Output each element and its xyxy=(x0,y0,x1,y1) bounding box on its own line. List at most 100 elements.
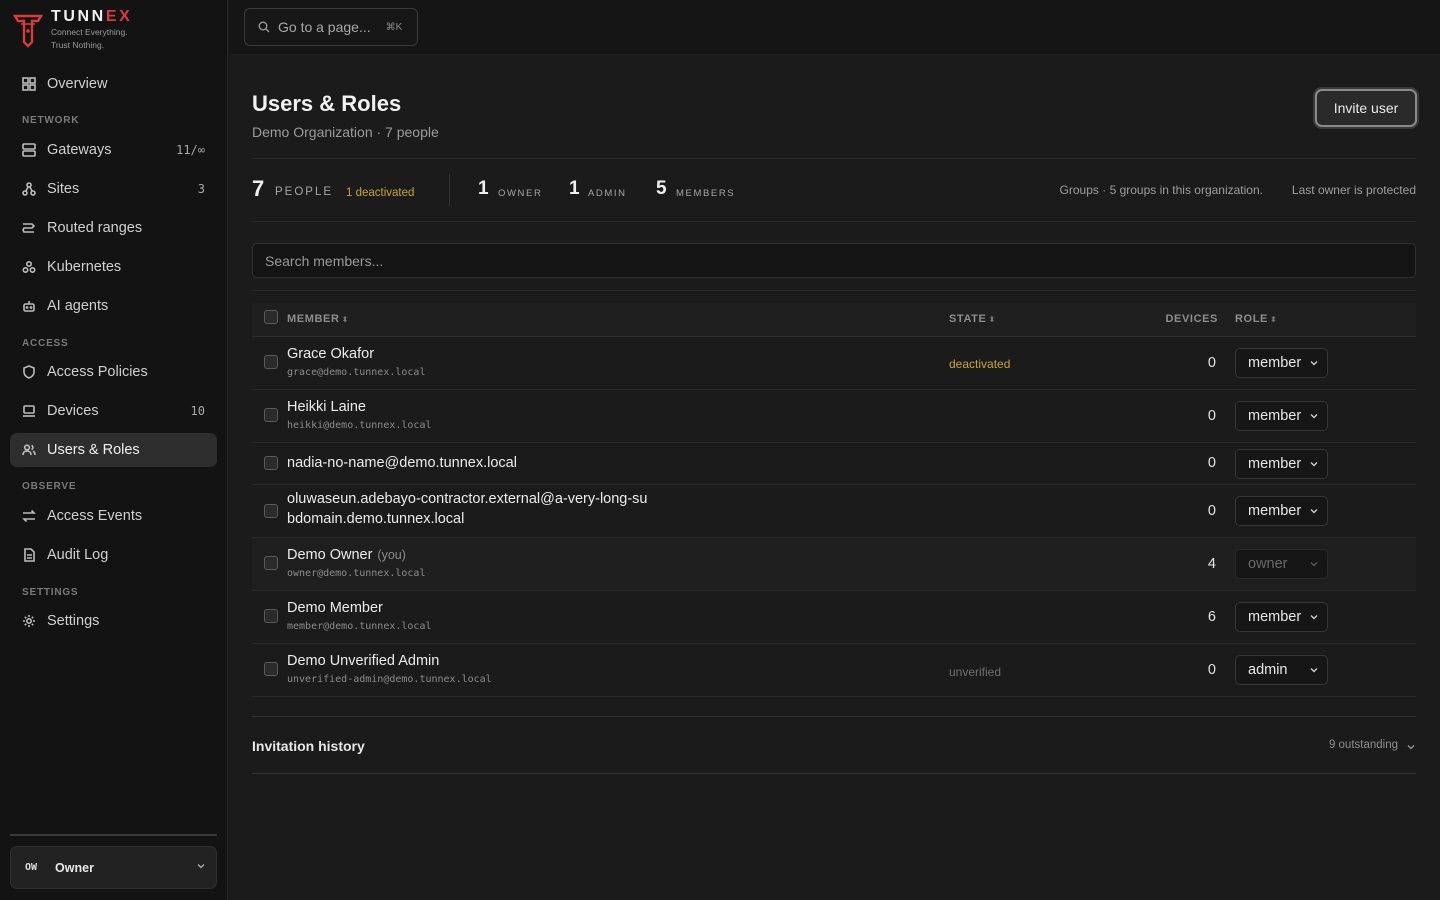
groups-summary[interactable]: Groups · 5 groups in this organization. xyxy=(1060,183,1263,197)
table-row[interactable]: Demo Member member@demo.tunnex.local 6 m… xyxy=(252,591,1416,644)
people-label: PEOPLE xyxy=(275,186,334,198)
chevron-down-icon xyxy=(1407,745,1415,750)
section-settings: SETTINGS xyxy=(22,587,79,598)
row-checkbox[interactable] xyxy=(264,556,278,570)
account-switcher[interactable]: OW Owner xyxy=(10,846,217,889)
sidebar-item-gateways[interactable]: Gateways 11/∞ xyxy=(10,133,217,167)
route-icon xyxy=(22,221,36,235)
row-checkbox[interactable] xyxy=(264,609,278,623)
sidebar-item-users-roles[interactable]: Users & Roles xyxy=(10,433,217,467)
chevron-down-icon xyxy=(1310,414,1318,419)
member-name: Demo Owner (you) xyxy=(287,547,406,563)
table-row[interactable]: oluwaseun.adebayo-contractor.external@a-… xyxy=(252,485,1416,538)
role-select[interactable]: member xyxy=(1235,401,1328,431)
member-email: owner@demo.tunnex.local xyxy=(287,568,426,579)
invitation-history-toggle[interactable]: Invitation history 9 outstanding xyxy=(252,716,1416,774)
member-search-input[interactable]: Search members... xyxy=(252,243,1416,278)
admin-count: 1 xyxy=(569,178,580,199)
divider xyxy=(252,158,1416,159)
sidebar-item-label: Audit Log xyxy=(47,547,109,563)
divider xyxy=(252,221,1416,222)
goto-page-search[interactable]: Go to a page... ⌘K xyxy=(244,8,418,46)
column-state[interactable]: STATE ⬍ xyxy=(949,313,996,325)
chevron-down-icon xyxy=(1310,615,1318,620)
member-name: Demo Member xyxy=(287,600,383,616)
sidebar-item-label: Sites xyxy=(47,181,80,197)
column-devices: DEVICES xyxy=(1165,313,1218,325)
sidebar-item-label: Access Events xyxy=(47,508,143,524)
chevron-down-icon xyxy=(1310,509,1318,514)
table-header: MEMBER ⬍ STATE ⬍ DEVICES ROLE ⬍ xyxy=(252,303,1416,337)
table-row[interactable]: nadia-no-name@demo.tunnex.local 0 member xyxy=(252,443,1416,485)
role-select[interactable]: member xyxy=(1235,496,1328,526)
brand-tagline-2: Trust Nothing. xyxy=(51,40,105,50)
status-badge: unverified xyxy=(949,665,1002,679)
laptop-icon xyxy=(22,404,36,418)
sidebar-item-sites[interactable]: Sites 3 xyxy=(10,172,217,206)
server-icon xyxy=(22,143,36,157)
table-row[interactable]: Heikki Laine heikki@demo.tunnex.local 0 … xyxy=(252,390,1416,443)
kubernetes-icon xyxy=(22,260,36,274)
brand-name: TUNNEX xyxy=(51,8,133,25)
tunnex-logo-icon xyxy=(12,14,44,48)
owner-label: OWNER xyxy=(498,188,543,199)
table-row[interactable]: Demo Unverified Admin unverified-admin@d… xyxy=(252,644,1416,697)
bot-icon xyxy=(22,299,36,313)
member-email: heikki@demo.tunnex.local xyxy=(287,420,432,431)
role-select[interactable]: member xyxy=(1235,449,1328,479)
sidebar-item-devices[interactable]: Devices 10 xyxy=(10,394,217,428)
sidebar-item-label: AI agents xyxy=(47,298,109,314)
invite-user-button[interactable]: Invite user xyxy=(1315,89,1417,127)
sidebar-item-ai-agents[interactable]: AI agents xyxy=(10,289,217,323)
sidebar-item-label: Kubernetes xyxy=(47,259,122,275)
row-checkbox[interactable] xyxy=(264,355,278,369)
invitation-history-title: Invitation history xyxy=(252,738,365,754)
sidebar-item-settings[interactable]: Settings xyxy=(10,604,217,638)
member-name: Demo Unverified Admin xyxy=(287,653,440,669)
status-badge: deactivated xyxy=(949,357,1011,371)
sort-icon: ⬍ xyxy=(1269,315,1278,324)
sidebar-item-audit-log[interactable]: Audit Log xyxy=(10,538,217,572)
brand[interactable]: TUNNEX Connect Everything. Trust Nothing… xyxy=(12,8,132,56)
search-icon xyxy=(258,21,270,33)
chevron-down-icon xyxy=(1310,361,1318,366)
column-role[interactable]: ROLE ⬍ xyxy=(1235,313,1277,325)
role-select[interactable]: admin xyxy=(1235,655,1328,685)
device-count: 0 xyxy=(1207,408,1216,424)
main-content: Users & Roles Demo Organization · 7 peop… xyxy=(229,56,1440,900)
select-all-checkbox[interactable] xyxy=(264,310,278,324)
device-count: 0 xyxy=(1207,355,1216,371)
member-email: member@demo.tunnex.local xyxy=(287,621,432,632)
sidebar-item-overview[interactable]: Overview xyxy=(10,67,217,101)
grid-icon xyxy=(22,77,36,91)
member-name: Grace Okafor xyxy=(287,346,375,362)
chevron-down-icon xyxy=(1310,668,1318,673)
section-access: ACCESS xyxy=(22,338,69,349)
shortcut-hint: ⌘K xyxy=(385,21,403,33)
account-name: Owner xyxy=(55,860,94,875)
sidebar-item-label: Settings xyxy=(47,613,100,629)
sidebar-item-label: Access Policies xyxy=(47,364,148,380)
sidebar: TUNNEX Connect Everything. Trust Nothing… xyxy=(0,0,228,900)
row-checkbox[interactable] xyxy=(264,408,278,422)
sidebar-item-access-policies[interactable]: Access Policies xyxy=(10,355,217,389)
avatar: OW xyxy=(25,862,38,873)
member-name-continued: bdomain.demo.tunnex.local xyxy=(287,511,465,527)
row-checkbox[interactable] xyxy=(264,456,278,470)
row-checkbox[interactable] xyxy=(264,504,278,518)
row-checkbox[interactable] xyxy=(264,662,278,676)
role-select[interactable]: member xyxy=(1235,602,1328,632)
member-name: Heikki Laine xyxy=(287,399,366,415)
member-name: nadia-no-name@demo.tunnex.local xyxy=(287,455,517,471)
role-select[interactable]: member xyxy=(1235,348,1328,378)
gear-icon xyxy=(22,614,36,628)
sidebar-item-kubernetes[interactable]: Kubernetes xyxy=(10,250,217,284)
stat-separator xyxy=(449,174,450,206)
table-row[interactable]: Grace Okafor grace@demo.tunnex.local dea… xyxy=(252,337,1416,390)
table-row[interactable]: Demo Owner (you) owner@demo.tunnex.local … xyxy=(252,538,1416,591)
sidebar-item-access-events[interactable]: Access Events xyxy=(10,499,217,533)
sidebar-item-routed-ranges[interactable]: Routed ranges xyxy=(10,211,217,245)
sidebar-item-label: Routed ranges xyxy=(47,220,143,236)
column-member[interactable]: MEMBER ⬍ xyxy=(287,313,349,325)
device-count: 6 xyxy=(1207,609,1216,625)
